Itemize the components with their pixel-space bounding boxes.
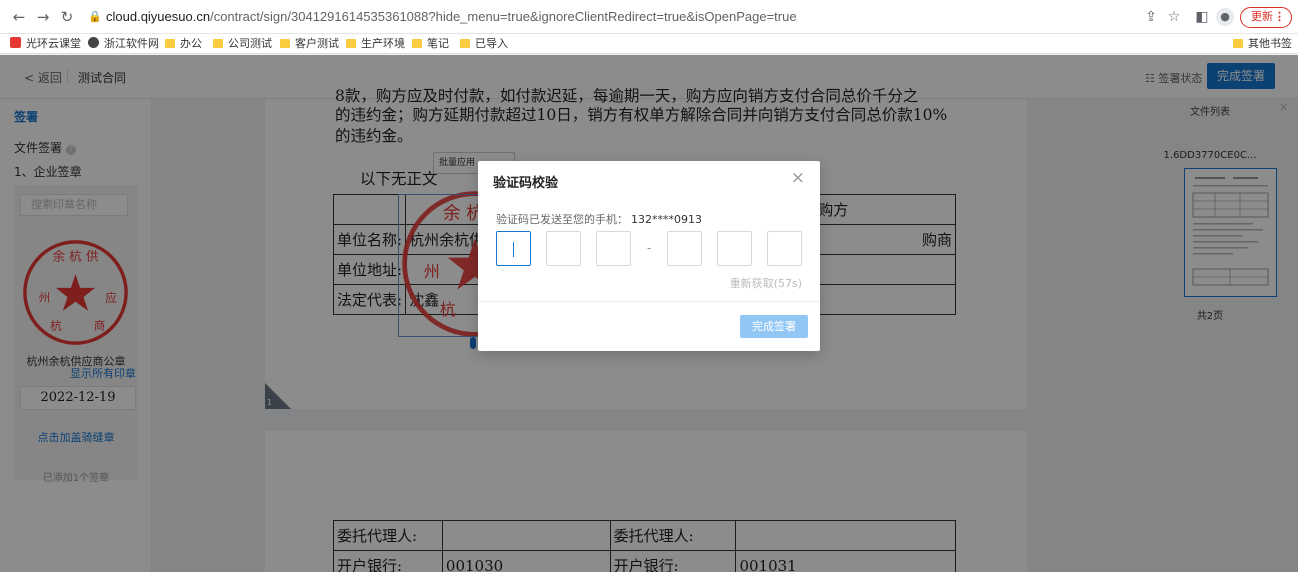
close-icon[interactable]: × bbox=[791, 168, 805, 188]
code-input-2[interactable] bbox=[546, 231, 581, 266]
update-label: 更新 bbox=[1251, 11, 1273, 23]
bookmark-label: 光环云课堂 bbox=[26, 37, 81, 50]
bookmark-label: 办公 bbox=[180, 37, 202, 50]
profile-avatar[interactable]: ● bbox=[1216, 8, 1234, 26]
folder-icon bbox=[213, 39, 223, 48]
bookmark-folder[interactable]: 已导入 bbox=[460, 36, 508, 52]
folder-icon bbox=[280, 39, 290, 48]
notice-text: 验证码已发送至您的手机： bbox=[496, 213, 628, 226]
star-icon[interactable]: ☆ bbox=[1165, 9, 1183, 25]
bookmark-logo-icon bbox=[10, 37, 21, 48]
code-input-3[interactable] bbox=[596, 231, 631, 266]
verification-modal: 验证码校验 × 验证码已发送至您的手机： 132****0913 - 重新获取(5… bbox=[478, 161, 820, 351]
reload-icon[interactable]: ↻ bbox=[58, 8, 76, 26]
bookmark-folder[interactable]: 公司测试 bbox=[213, 36, 272, 52]
bookmark-folder[interactable]: 生产环境 bbox=[346, 36, 405, 52]
text-cursor bbox=[513, 242, 514, 257]
update-button[interactable]: 更新 ⋮ bbox=[1240, 7, 1292, 28]
forward-arrow-icon[interactable]: → bbox=[34, 8, 52, 26]
resend-code-link[interactable]: 重新获取(57s) bbox=[730, 275, 802, 291]
modal-title: 验证码校验 bbox=[493, 176, 559, 191]
sidepanel-icon[interactable]: ◧ bbox=[1193, 9, 1211, 25]
bookmark-folder[interactable]: 笔记 bbox=[412, 36, 449, 52]
url-path: /contract/sign/3041291614535361088?hide_… bbox=[210, 9, 797, 24]
code-input-5[interactable] bbox=[717, 231, 752, 266]
back-arrow-icon[interactable]: ← bbox=[10, 8, 28, 26]
bookmark-folder[interactable]: 办公 bbox=[165, 36, 202, 52]
phone-number: 132****0913 bbox=[631, 213, 702, 226]
folder-icon bbox=[460, 39, 470, 48]
code-input-1[interactable] bbox=[496, 231, 531, 266]
globe-icon bbox=[88, 37, 99, 48]
address-bar[interactable]: cloud.qiyuesuo.cn/contract/sign/30412916… bbox=[106, 9, 797, 24]
folder-icon bbox=[412, 39, 422, 48]
bookmark-item[interactable]: 光环云课堂 bbox=[10, 36, 81, 52]
code-separator: - bbox=[647, 241, 652, 255]
bookmark-folder[interactable]: 客户测试 bbox=[280, 36, 339, 52]
sms-sent-notice: 验证码已发送至您的手机： 132****0913 bbox=[496, 211, 702, 227]
code-input-4[interactable] bbox=[667, 231, 702, 266]
complete-sign-button[interactable]: 完成签署 bbox=[740, 315, 808, 338]
bookmark-item[interactable]: 浙江软件网 bbox=[88, 36, 159, 52]
bookmarks-bar: 光环云课堂 浙江软件网 办公 公司测试 客户测试 生产环境 笔记 已导入 其他书… bbox=[0, 34, 1298, 54]
lock-icon[interactable]: 🔒 bbox=[88, 10, 102, 23]
folder-icon bbox=[165, 39, 175, 48]
folder-icon bbox=[1233, 39, 1243, 48]
modal-divider bbox=[478, 301, 820, 302]
share-icon[interactable]: ⇪ bbox=[1142, 9, 1160, 25]
other-bookmarks[interactable]: 其他书签 bbox=[1233, 36, 1292, 52]
code-input-6[interactable] bbox=[767, 231, 802, 266]
bookmark-label: 生产环境 bbox=[361, 37, 405, 50]
folder-icon bbox=[346, 39, 356, 48]
bookmark-label: 笔记 bbox=[427, 37, 449, 50]
bookmark-label: 浙江软件网 bbox=[104, 37, 159, 50]
url-host: cloud.qiyuesuo.cn bbox=[106, 9, 211, 24]
bookmark-label: 公司测试 bbox=[228, 37, 272, 50]
browser-toolbar: ← → ↻ 🔒 cloud.qiyuesuo.cn/contract/sign/… bbox=[0, 0, 1298, 34]
bookmark-label: 客户测试 bbox=[295, 37, 339, 50]
menu-dots-icon: ⋮ bbox=[1274, 11, 1285, 23]
bookmark-label: 已导入 bbox=[475, 37, 508, 50]
bookmark-label: 其他书签 bbox=[1248, 37, 1292, 50]
